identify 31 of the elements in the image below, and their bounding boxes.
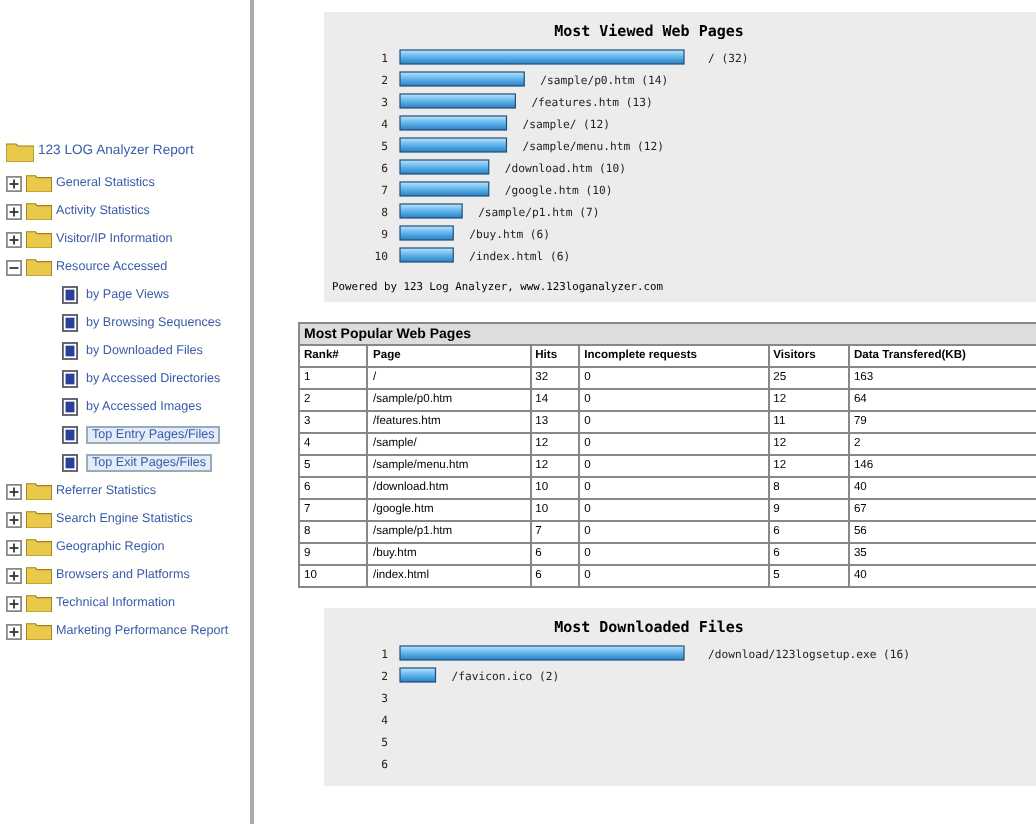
expand-icon[interactable] xyxy=(6,595,22,611)
expand-icon[interactable] xyxy=(6,483,22,499)
expand-icon[interactable] xyxy=(6,175,22,191)
expand-icon[interactable] xyxy=(6,567,22,583)
collapse-icon[interactable] xyxy=(6,259,22,275)
bar xyxy=(399,71,525,87)
expand-icon[interactable] xyxy=(6,511,22,527)
folder-icon xyxy=(26,482,52,500)
bar xyxy=(399,203,463,219)
folder-icon xyxy=(26,258,52,276)
bar xyxy=(399,181,490,197)
folder-icon xyxy=(26,594,52,612)
bar xyxy=(399,93,516,109)
folder-icon xyxy=(26,538,52,556)
bar xyxy=(399,115,508,131)
expand-icon[interactable] xyxy=(6,203,22,219)
bar xyxy=(399,247,454,263)
folder-icon xyxy=(6,141,34,161)
bar xyxy=(399,667,437,683)
folder-icon xyxy=(26,566,52,584)
folder-icon xyxy=(26,174,52,192)
folder-icon xyxy=(26,202,52,220)
folder-icon xyxy=(26,622,52,640)
expand-icon[interactable] xyxy=(6,623,22,639)
folder-icon xyxy=(26,510,52,528)
expand-icon[interactable] xyxy=(6,231,22,247)
expand-icon[interactable] xyxy=(6,539,22,555)
bar xyxy=(399,159,490,175)
bar xyxy=(399,225,454,241)
folder-icon xyxy=(26,230,52,248)
bar xyxy=(399,137,508,153)
